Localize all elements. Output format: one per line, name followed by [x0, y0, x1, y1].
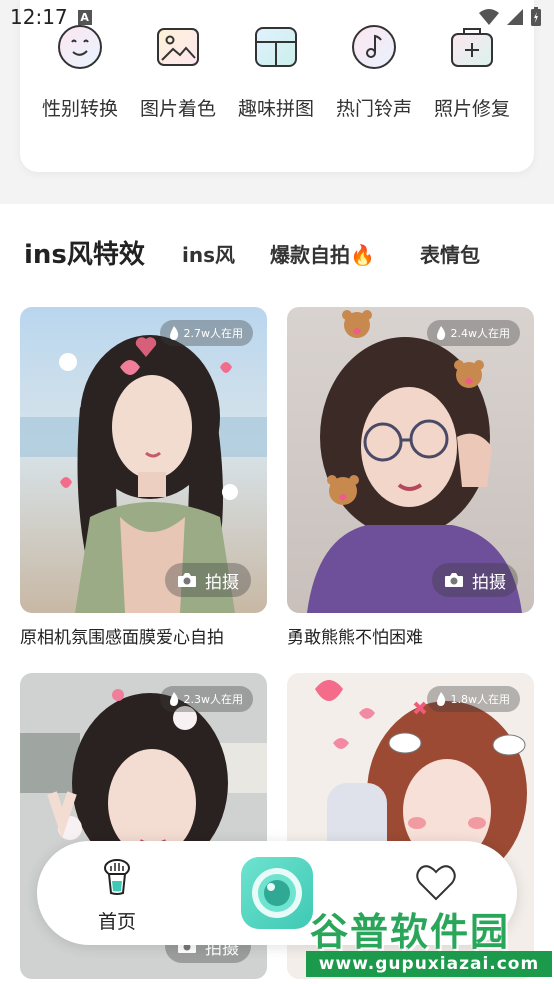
tool-ringtone[interactable]: 热门铃声 [325, 24, 423, 121]
usage-badge: 1.8w人在用 [426, 686, 520, 712]
wifi-icon [479, 9, 499, 25]
effect-preview-image: 2.4w人在用 拍摄 [287, 307, 534, 613]
battery-icon [531, 7, 541, 26]
flame-icon [169, 692, 178, 706]
tool-label: 性别转换 [41, 98, 118, 120]
lens-icon [252, 868, 302, 918]
status-time: 12:17 [10, 5, 68, 29]
shoot-button[interactable]: 拍摄 [165, 563, 251, 597]
signal-icon [507, 9, 523, 25]
effect-title: 原相机氛围感面膜爱心自拍 [20, 628, 224, 648]
tool-label: 热门铃声 [335, 98, 412, 120]
watermark-url: www.gupuxiazai.com [306, 951, 552, 977]
tab-hot-selfie[interactable]: 爆款自拍🔥 [270, 230, 375, 280]
flame-icon [169, 326, 178, 340]
tab-ins-style[interactable]: ins风 [182, 230, 235, 280]
watermark: 谷普软件园 www.gupuxiazai.com [304, 895, 554, 981]
usage-badge: 2.3w人在用 [159, 686, 253, 712]
tool-label: 趣味拼图 [237, 98, 314, 120]
usage-count: 2.4w人在用 [450, 327, 511, 340]
camera-icon [178, 573, 196, 587]
tool-collage[interactable]: 趣味拼图 [227, 24, 325, 121]
nav-home[interactable]: 首页 [87, 857, 147, 934]
notification-icon: A [77, 9, 92, 25]
effect-title: 勇敢熊熊不怕困难 [287, 628, 423, 648]
flame-icon [436, 692, 445, 706]
category-tabs: ins风特效 ins风 爆款自拍🔥 表情包 [0, 230, 554, 280]
usage-badge: 2.4w人在用 [426, 320, 520, 346]
tool-photo-repair[interactable]: 照片修复 [423, 24, 521, 121]
shoot-button[interactable]: 拍摄 [432, 563, 518, 597]
tool-label: 照片修复 [433, 98, 510, 120]
effect-preview-image: 2.7w人在用 拍摄 [20, 307, 267, 613]
tab-stickers[interactable]: 表情包 [420, 230, 480, 280]
effect-card[interactable]: 2.4w人在用 拍摄 勇敢熊熊不怕困难 [287, 307, 534, 648]
effect-card[interactable]: 2.7w人在用 拍摄 原相机氛围感面膜爱心自拍 [20, 307, 267, 648]
flame-icon [436, 326, 445, 340]
usage-count: 2.3w人在用 [183, 693, 244, 706]
watermark-brand: 谷普软件园 [310, 910, 511, 954]
home-brush-icon [104, 859, 130, 895]
tool-colorize[interactable]: 图片着色 [129, 24, 227, 121]
status-bar: 12:17 A [0, 0, 554, 34]
usage-count: 1.8w人在用 [450, 693, 511, 706]
tool-gender-swap[interactable]: 性别转换 [31, 24, 129, 121]
usage-count: 2.7w人在用 [183, 327, 244, 340]
tab-ins-effects[interactable]: ins风特效 [24, 230, 145, 280]
usage-badge: 2.7w人在用 [159, 320, 253, 346]
shoot-label: 拍摄 [472, 572, 506, 593]
camera-icon [445, 573, 463, 587]
shoot-label: 拍摄 [205, 572, 239, 593]
tool-label: 图片着色 [139, 98, 216, 120]
nav-home-label: 首页 [97, 911, 136, 933]
camera-shutter-button[interactable] [241, 857, 313, 929]
